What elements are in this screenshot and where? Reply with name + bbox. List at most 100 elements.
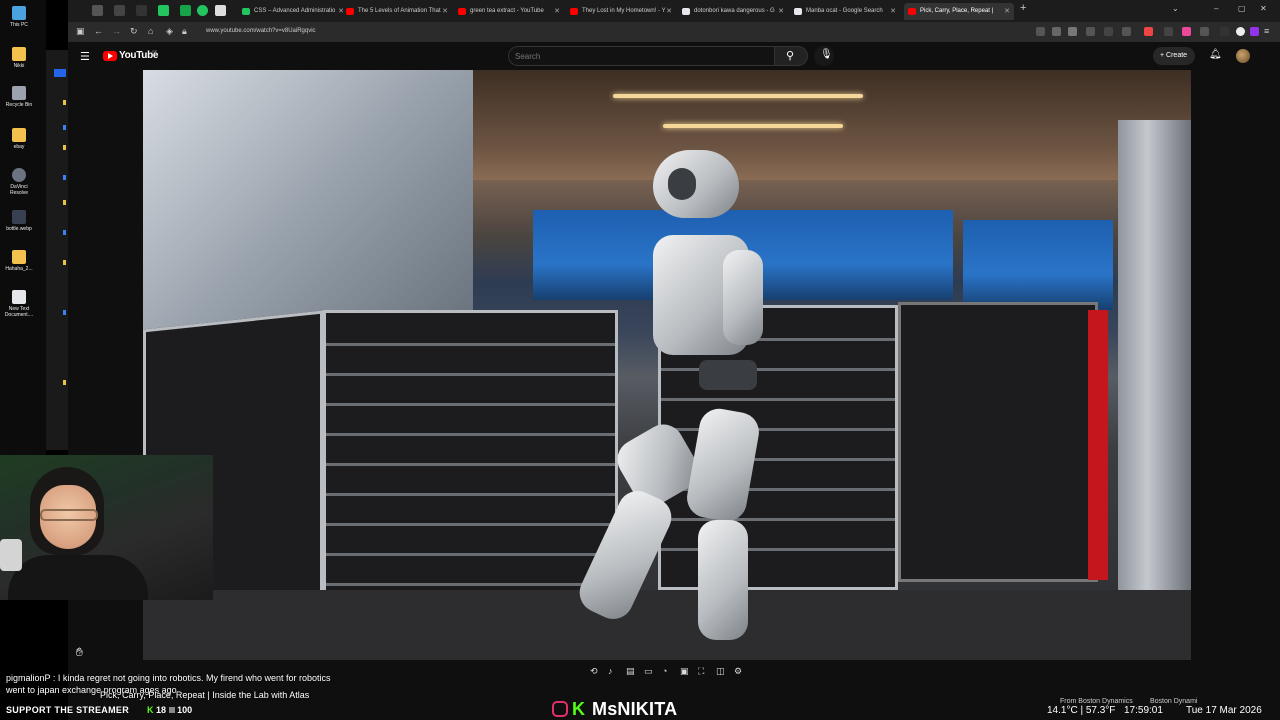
avatar[interactable]: [1236, 49, 1250, 63]
tab-list-chevron-icon[interactable]: ⌄: [1172, 4, 1179, 13]
pinned-tab-icon[interactable]: [158, 5, 169, 16]
tab-label: dotonbori kawa dangerous - G: [694, 8, 775, 14]
speed-icon[interactable]: ◔: [662, 666, 667, 676]
x-icon[interactable]: [136, 5, 147, 16]
tab-css-advanced[interactable]: CSS – Advanced Administratio ✕: [238, 3, 348, 20]
lock-icon[interactable]: 🔒︎: [182, 26, 187, 37]
desktop-icon-label: DaVinci Resolve: [9, 184, 29, 196]
pinned-tab-icon[interactable]: [180, 5, 191, 16]
extension-icon[interactable]: [1086, 27, 1095, 36]
close-tab-icon[interactable]: ✕: [442, 3, 448, 20]
desktop-icon-label: bottle.webp: [6, 226, 32, 232]
search-input[interactable]: [515, 50, 765, 63]
desktop-icon-bottle-webp[interactable]: bottle.webp: [2, 210, 36, 232]
close-tab-icon[interactable]: ✕: [554, 3, 560, 20]
video-scene-padded-wall: [898, 302, 1098, 582]
chat-username: pigmalionP: [6, 673, 51, 683]
video-player[interactable]: [143, 70, 1191, 660]
tab-they-lost-hometown[interactable]: They Lost in My Hometown! - Y ✕: [566, 3, 676, 20]
microphone-icon: 🎙︎: [820, 49, 833, 60]
tab-pick-carry-place[interactable]: Pick, Carry, Place, Repeat | ✕: [904, 3, 1014, 20]
folder-marker: [63, 310, 66, 315]
extension-icon[interactable]: [1164, 27, 1173, 36]
shield-icon[interactable]: ◈: [166, 26, 173, 37]
reload-icon[interactable]: ↻: [130, 26, 138, 37]
taskbar-item-label[interactable]: From Boston Dynamics: [1060, 698, 1133, 705]
file-explorer-sliver: [46, 50, 68, 450]
search-button[interactable]: ⚲: [774, 46, 808, 66]
video-scene-light: [613, 94, 863, 98]
new-tab-button[interactable]: +: [1020, 2, 1026, 14]
extension-icon[interactable]: [1250, 27, 1259, 36]
extension-icon[interactable]: [1052, 27, 1061, 36]
create-button[interactable]: + Create: [1153, 47, 1195, 65]
pinned-tab-icon[interactable]: [114, 5, 125, 16]
video-scene-floor: [143, 590, 1191, 660]
subtitles-icon[interactable]: ▤: [626, 666, 635, 677]
workspace-icon[interactable]: [92, 5, 103, 16]
desktop-icon-ebay[interactable]: ebay: [2, 128, 36, 150]
gear-icon[interactable]: ⚙: [734, 666, 742, 677]
desktop-icon-hahaha[interactable]: Hahaha_2...: [2, 250, 36, 272]
screenshot-icon[interactable]: ◫: [716, 666, 725, 677]
robot-waist: [699, 360, 757, 390]
loop-icon[interactable]: ⟲: [590, 666, 598, 677]
close-tab-icon[interactable]: ✕: [666, 3, 672, 20]
desktop-icon-this-pc[interactable]: This PC: [2, 6, 36, 28]
maximize-button[interactable]: ▢: [1238, 4, 1246, 13]
folder-marker: [63, 200, 66, 205]
pinned-tab-icon[interactable]: [197, 5, 208, 16]
minimize-button[interactable]: –: [1214, 4, 1218, 13]
profile-icon[interactable]: [1236, 27, 1245, 36]
tab-green-tea-extract[interactable]: green tea extract - YouTube ✕: [454, 3, 564, 20]
taskbar-item-label[interactable]: Boston Dynami: [1150, 698, 1197, 705]
desktop-icon-label: New Text Document....: [4, 306, 34, 318]
hamburger-menu-icon[interactable]: ☰: [80, 50, 90, 63]
desktop-icon-new-text-document[interactable]: New Text Document....: [2, 290, 36, 318]
tab-label: Pick, Carry, Place, Repeat |: [920, 8, 994, 14]
tab-five-levels-animation[interactable]: The 5 Levels of Animation That ✕: [342, 3, 452, 20]
webcam-overlay: [0, 455, 213, 600]
close-tab-icon[interactable]: ✕: [1004, 3, 1010, 20]
home-icon[interactable]: ⌂: [148, 26, 153, 36]
notifications-bell-icon[interactable]: 🔔︎: [1209, 49, 1222, 60]
extension-icon[interactable]: [1122, 27, 1131, 36]
close-tab-icon[interactable]: ✕: [890, 3, 896, 20]
search-box[interactable]: [508, 46, 774, 66]
tab-dotonbori[interactable]: dotonbori kawa dangerous - G ✕: [678, 3, 788, 20]
pinned-tab-icon[interactable]: [215, 5, 226, 16]
forward-arrow-icon[interactable]: →: [112, 26, 121, 36]
desktop-icon-recycle-bin[interactable]: Recycle Bin: [2, 86, 36, 108]
desktop-icon-davinci-resolve[interactable]: DaVinci Resolve: [2, 168, 36, 196]
region-code: SE: [152, 49, 158, 54]
close-tab-icon[interactable]: ✕: [778, 3, 784, 20]
video-title-overlay: Pick, Carry, Place, Repeat | Inside the …: [100, 690, 310, 700]
theater-icon[interactable]: ▭: [644, 666, 653, 677]
miniplayer-icon[interactable]: ▣: [680, 666, 689, 677]
extension-icon[interactable]: [1036, 27, 1045, 36]
fullscreen-icon[interactable]: ⛶: [698, 666, 704, 677]
extension-icon[interactable]: [1182, 27, 1191, 36]
youtube-logo-icon[interactable]: [103, 51, 117, 61]
extension-icon[interactable]: [1220, 27, 1229, 36]
audio-icon[interactable]: ♪: [608, 666, 613, 676]
video-scene-window: [963, 220, 1113, 310]
search-icon: ⚲: [786, 50, 795, 62]
bookmark-star-icon[interactable]: [1068, 27, 1077, 36]
tab-manba-ocat[interactable]: Manba ocat - Google Search ✕: [790, 3, 900, 20]
desktop-icon-nikki[interactable]: Nikki: [2, 47, 36, 69]
menu-icon[interactable]: ≡: [1264, 26, 1269, 36]
tab-strip: CSS – Advanced Administratio ✕ The 5 Lev…: [68, 0, 1280, 22]
support-goal: 100: [177, 705, 193, 715]
tab-label: green tea extract - YouTube: [470, 8, 544, 14]
folder-marker: [63, 145, 66, 150]
extension-icon[interactable]: [1104, 27, 1113, 36]
url-field[interactable]: www.youtube.com/watch?v=v8UaiRgqvic: [206, 28, 316, 34]
close-window-button[interactable]: ✕: [1260, 4, 1267, 13]
voice-search-button[interactable]: 🎙︎: [814, 46, 834, 66]
sidebar-toggle-icon[interactable]: ▣: [76, 26, 85, 37]
extension-icon[interactable]: [1200, 27, 1209, 36]
back-arrow-icon[interactable]: ←: [94, 26, 103, 36]
desktop-icon-label: ebay: [13, 144, 25, 150]
extension-icon[interactable]: [1144, 27, 1153, 36]
